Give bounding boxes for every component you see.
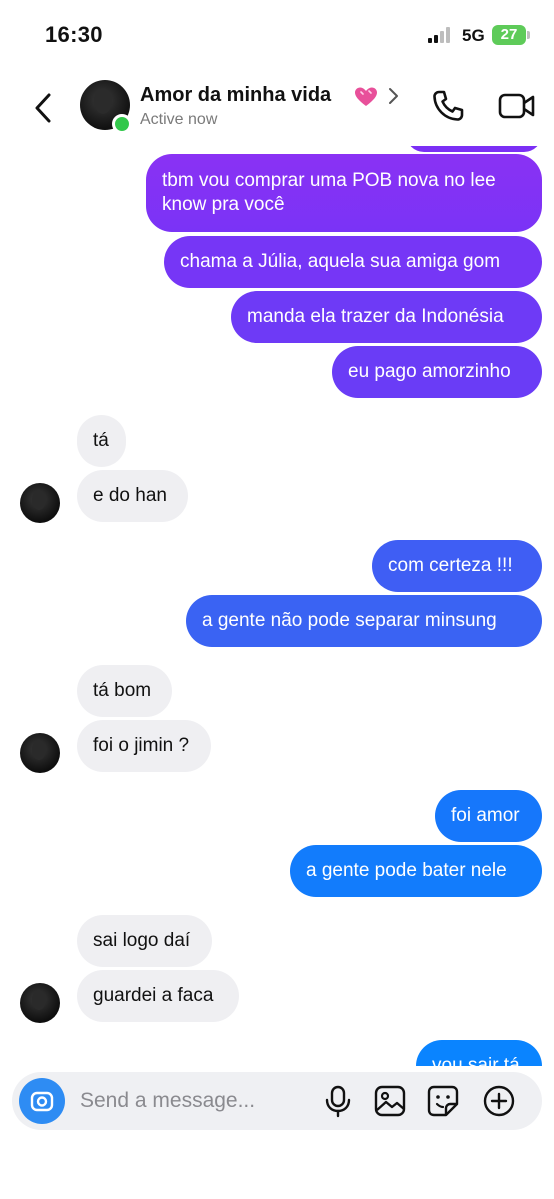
message-bubble-sent[interactable]: manda ela trazer da Indonésia <box>231 291 542 343</box>
contact-avatar-small[interactable] <box>20 733 60 773</box>
contact-avatar-small[interactable] <box>20 983 60 1023</box>
message-bubble-received[interactable]: tá bom <box>77 665 172 717</box>
message-bubble-received[interactable]: foi o jimin ? <box>77 720 211 772</box>
online-indicator <box>112 114 132 134</box>
video-call-button[interactable] <box>498 90 536 122</box>
message-bubble-received[interactable]: sai logo daí <box>77 915 212 967</box>
status-bar: 16:30 5G 27 <box>0 0 554 70</box>
message-list[interactable]: tbm vou comprar uma POB nova no lee know… <box>0 146 554 1066</box>
message-input[interactable] <box>80 1080 300 1122</box>
contact-name[interactable]: Amor da minha vida <box>140 84 331 107</box>
message-bubble-received[interactable]: tá <box>77 415 126 467</box>
add-button[interactable] <box>482 1084 516 1118</box>
back-button[interactable] <box>28 90 60 126</box>
signal-strength-icon <box>428 27 454 43</box>
microphone-icon <box>325 1085 351 1118</box>
plus-circle-icon <box>483 1085 515 1117</box>
message-composer <box>12 1072 542 1130</box>
contact-avatar-small[interactable] <box>20 483 60 523</box>
chevron-left-icon <box>35 93 51 123</box>
camera-icon <box>30 1091 54 1112</box>
battery-tip <box>527 31 530 39</box>
video-camera-icon <box>498 93 535 119</box>
message-bubble-sent[interactable]: foi amor <box>435 790 542 842</box>
message-bubble-sent[interactable]: tbm vou comprar uma POB nova no lee know… <box>146 154 542 232</box>
chevron-right-icon[interactable] <box>386 86 400 106</box>
message-bubble-sent-cut <box>406 146 542 152</box>
clock: 16:30 <box>45 22 103 47</box>
voice-call-button[interactable] <box>430 88 466 124</box>
image-icon <box>374 1085 406 1117</box>
active-status: Active now <box>140 111 218 128</box>
sticker-icon <box>427 1085 459 1117</box>
phone-icon <box>433 90 464 121</box>
sparkling-heart-icon <box>354 86 378 113</box>
message-bubble-sent[interactable]: a gente pode bater nele <box>290 845 542 897</box>
message-bubble-received[interactable]: guardei a faca <box>77 970 239 1022</box>
message-bubble-sent[interactable]: com certeza !!! <box>372 540 542 592</box>
camera-button[interactable] <box>19 1078 65 1124</box>
sticker-button[interactable] <box>426 1084 460 1118</box>
message-bubble-received[interactable]: e do han <box>77 470 188 522</box>
network-type: 5G <box>462 26 485 45</box>
microphone-button[interactable] <box>321 1084 355 1118</box>
gallery-button[interactable] <box>373 1084 407 1118</box>
message-bubble-sent[interactable]: vou sair tá <box>416 1040 542 1066</box>
message-bubble-sent[interactable]: a gente não pode separar minsung <box>186 595 542 647</box>
battery-level: 27 <box>500 26 518 43</box>
chat-header: Amor da minha vida Active now <box>0 70 554 146</box>
message-bubble-sent[interactable]: chama a Júlia, aquela sua amiga gom <box>164 236 542 288</box>
message-bubble-sent[interactable]: eu pago amorzinho <box>332 346 542 398</box>
